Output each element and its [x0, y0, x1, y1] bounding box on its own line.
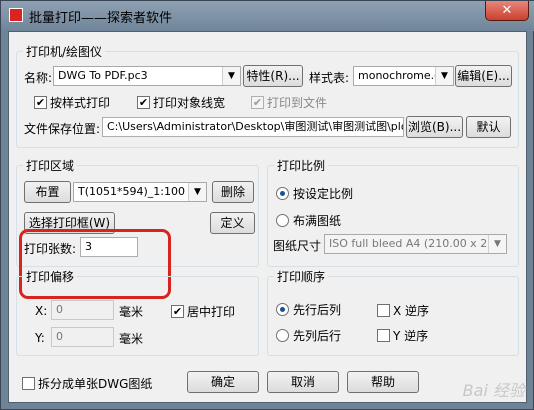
- split-dwg-label: 拆分成单张DWG图纸: [38, 377, 153, 391]
- edit-button[interactable]: 编辑(E)...: [455, 65, 512, 87]
- by-scale-label: 按设定比例: [293, 187, 354, 201]
- style-table-select[interactable]: monochrome.ctl ▼: [353, 66, 454, 86]
- chevron-down-icon: ▼: [488, 235, 506, 253]
- offset-x-unit: 毫米: [119, 305, 144, 319]
- by-style-checkbox[interactable]: ✔: [34, 96, 47, 109]
- by-scale-radio[interactable]: [276, 187, 289, 200]
- printer-name-value: DWG To PDF.pc3: [58, 69, 148, 82]
- y-reverse-checkbox[interactable]: [377, 329, 390, 342]
- chevron-down-icon: ▼: [435, 67, 453, 85]
- save-location-label: 文件保存位置:: [24, 122, 101, 136]
- app-icon: [9, 8, 23, 22]
- offset-y-label: Y:: [35, 331, 45, 345]
- print-offset-title: 打印偏移: [23, 268, 78, 285]
- chevron-down-icon: ▼: [222, 67, 240, 85]
- center-print-label: 居中打印: [187, 305, 236, 319]
- printer-name-select[interactable]: DWG To PDF.pc3 ▼: [53, 66, 241, 86]
- center-print-checkbox[interactable]: ✔: [171, 305, 184, 318]
- close-button[interactable]: ✕: [485, 1, 529, 21]
- window-title: 批量打印——探索者软件: [29, 11, 173, 26]
- x-reverse-checkbox[interactable]: [377, 304, 390, 317]
- ok-button[interactable]: 确定: [187, 371, 259, 393]
- offset-y-input[interactable]: 0: [51, 327, 114, 347]
- offset-x-input[interactable]: 0: [51, 300, 114, 320]
- fill-paper-label: 布满图纸: [293, 214, 342, 228]
- help-button[interactable]: 帮助: [347, 371, 419, 393]
- define-button[interactable]: 定义: [210, 212, 255, 234]
- paper-size-select[interactable]: ISO full bleed A4 (210.00 x 297.0 ▼: [324, 234, 507, 254]
- layout-button[interactable]: 布置: [24, 181, 71, 203]
- properties-button[interactable]: 特性(R)...: [243, 65, 303, 87]
- browse-button[interactable]: 浏览(B)...: [406, 116, 463, 138]
- dialog-window: 批量打印——探索者软件 ✕ 打印机/绘图仪 名称: DWG To PDF.pc3…: [0, 0, 534, 410]
- col-first-label: 先列后行: [293, 329, 342, 343]
- y-reverse-label: Y 逆序: [393, 329, 429, 343]
- paper-size-value: ISO full bleed A4 (210.00 x 297.0: [329, 237, 507, 250]
- default-button[interactable]: 默认: [466, 116, 511, 138]
- offset-y-unit: 毫米: [119, 332, 144, 346]
- x-reverse-label: X 逆序: [393, 304, 430, 318]
- fill-paper-radio[interactable]: [276, 214, 289, 227]
- col-first-radio[interactable]: [276, 329, 289, 342]
- save-location-input[interactable]: C:\Users\Administrator\Desktop\审图测试\审图测试…: [102, 117, 404, 137]
- print-order-title: 打印顺序: [274, 268, 329, 285]
- row-first-label: 先行后列: [293, 303, 342, 317]
- to-file-checkbox: ✔: [251, 96, 264, 109]
- paper-size-label: 图纸尺寸: [273, 239, 322, 253]
- row-first-radio[interactable]: [276, 303, 289, 316]
- print-frame-select[interactable]: T(1051*594)_1:100 ▼: [73, 182, 207, 202]
- chevron-down-icon: ▼: [188, 183, 206, 201]
- split-dwg-checkbox[interactable]: [22, 377, 35, 390]
- title-bar[interactable]: 批量打印——探索者软件 ✕: [1, 1, 534, 31]
- print-frame-value: T(1051*594)_1:100: [78, 185, 185, 198]
- by-style-label: 按样式打印: [50, 96, 111, 110]
- print-scale-title: 打印比例: [274, 157, 329, 174]
- dialog-client: 打印机/绘图仪 名称: DWG To PDF.pc3 ▼ 特性(R)... 样式…: [8, 31, 527, 403]
- delete-button[interactable]: 删除: [212, 181, 254, 203]
- lineweight-label: 打印对象线宽: [153, 96, 226, 110]
- style-table-label: 样式表:: [309, 71, 350, 85]
- print-area-title: 打印区域: [23, 157, 78, 174]
- watermark: Bai 经验: [462, 381, 525, 400]
- lineweight-checkbox[interactable]: ✔: [137, 96, 150, 109]
- printer-group-title: 打印机/绘图仪: [23, 43, 106, 60]
- printer-name-label: 名称:: [24, 71, 53, 85]
- cancel-button[interactable]: 取消: [267, 371, 339, 393]
- to-file-label: 打印到文件: [267, 96, 328, 110]
- offset-x-label: X:: [35, 304, 48, 318]
